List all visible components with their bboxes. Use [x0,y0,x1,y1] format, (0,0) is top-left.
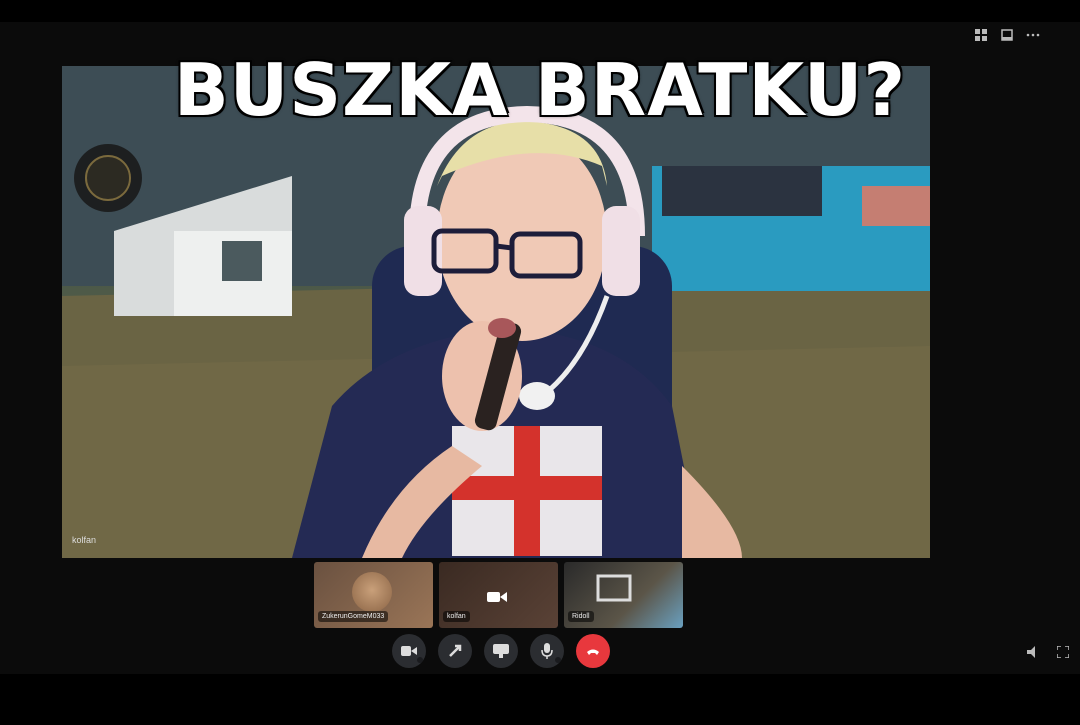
video-frame [62,66,930,558]
participant-tile[interactable]: ZukerunGomeM033 [314,562,433,628]
participant-name: Ridoll [568,611,594,622]
main-video-feed[interactable] [62,66,930,558]
top-controls [974,28,1040,42]
more-icon[interactable] [1026,28,1040,42]
participant-tile[interactable]: kolfan [439,562,558,628]
fullscreen-icon[interactable] [1056,645,1070,659]
participant-name: kolfan [443,611,470,622]
volume-icon[interactable] [1026,645,1040,659]
chevron-down-icon[interactable] [555,657,561,663]
camera-icon [487,590,507,604]
microphone-button[interactable] [530,634,564,668]
avatar [352,572,392,612]
microphone-icon [541,643,553,659]
screen-share-button[interactable] [438,634,472,668]
participant-tile[interactable]: Ridoll [564,562,683,628]
grid-icon[interactable] [974,28,988,42]
screen-share-icon [449,644,462,657]
activity-button[interactable] [484,634,518,668]
meme-caption: BUSZKA BRATKU? [173,48,907,132]
end-call-icon [587,649,599,655]
call-controls [392,634,610,668]
activity-icon [493,644,509,658]
monitor-icon [596,574,632,602]
bottom-right-controls [1026,645,1070,659]
main-participant-name: kolfan [72,535,97,545]
camera-button[interactable] [392,634,426,668]
popout-icon[interactable] [1000,28,1014,42]
camera-icon [401,646,417,656]
end-call-button[interactable] [576,634,610,668]
participant-name: ZukerunGomeM033 [318,611,389,622]
participant-thumbnails: ZukerunGomeM033 kolfan Ridoll [314,562,683,628]
chevron-down-icon[interactable] [417,657,423,663]
